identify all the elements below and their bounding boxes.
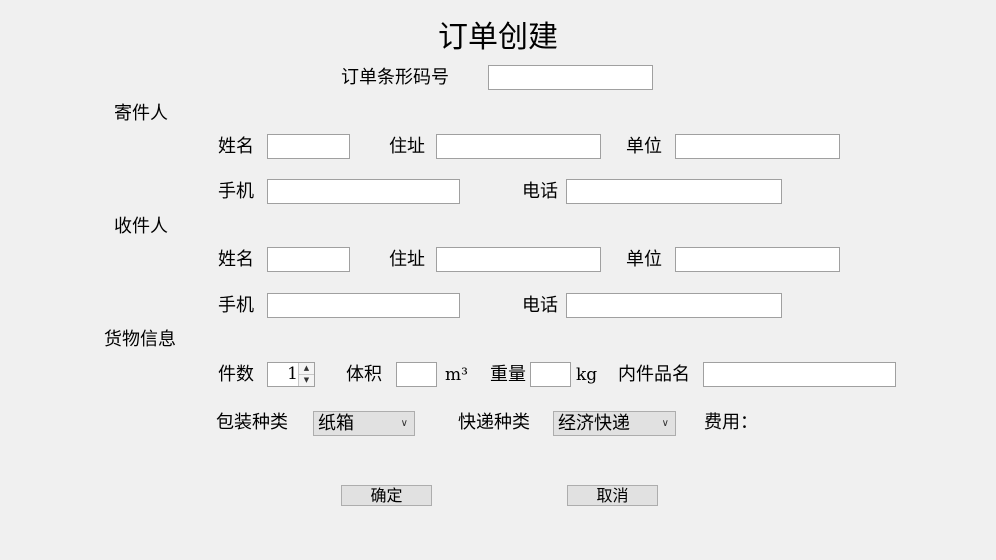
receiver-section-label: 收件人 [114, 216, 168, 237]
sender-section-label: 寄件人 [114, 103, 168, 124]
receiver-mobile-input[interactable] [267, 293, 460, 318]
package-select[interactable]: 纸箱 ∨ [313, 411, 415, 436]
express-label: 快递种类 [458, 412, 530, 433]
chevron-down-icon: ∨ [661, 418, 669, 429]
receiver-address-input[interactable] [436, 247, 601, 272]
sender-company-label: 单位 [626, 136, 662, 157]
sender-company-input[interactable] [675, 134, 840, 159]
express-selected: 经济快递 [558, 413, 630, 434]
receiver-phone-input[interactable] [566, 293, 782, 318]
barcode-input[interactable] [488, 65, 653, 90]
sender-phone-input[interactable] [566, 179, 782, 204]
package-label: 包装种类 [216, 412, 288, 433]
volume-unit: m³ [445, 365, 468, 385]
spinner-buttons: ▲ ▼ [298, 363, 314, 386]
receiver-company-input[interactable] [675, 247, 840, 272]
confirm-button[interactable]: 确定 [341, 485, 432, 506]
package-selected: 纸箱 [318, 413, 354, 434]
weight-unit: kg [576, 365, 598, 385]
count-value: 1 [287, 364, 298, 384]
receiver-mobile-label: 手机 [218, 295, 254, 316]
receiver-address-label: 住址 [389, 249, 425, 270]
count-label: 件数 [218, 364, 254, 385]
sender-name-label: 姓名 [218, 136, 254, 157]
chevron-down-icon: ∨ [400, 418, 408, 429]
item-name-label: 内件品名 [618, 364, 690, 385]
cancel-button[interactable]: 取消 [567, 485, 658, 506]
spin-up-icon[interactable]: ▲ [299, 363, 314, 375]
sender-name-input[interactable] [267, 134, 350, 159]
sender-mobile-label: 手机 [218, 181, 254, 202]
express-select[interactable]: 经济快递 ∨ [553, 411, 676, 436]
spin-down-icon[interactable]: ▼ [299, 375, 314, 386]
fee-label: 费用： [704, 412, 758, 433]
weight-label: 重量 [490, 364, 526, 385]
volume-label: 体积 [346, 364, 382, 385]
goods-section-label: 货物信息 [104, 329, 176, 350]
weight-input[interactable] [530, 362, 571, 387]
sender-address-label: 住址 [389, 136, 425, 157]
receiver-company-label: 单位 [626, 249, 662, 270]
receiver-phone-label: 电话 [522, 295, 558, 316]
page-title: 订单创建 [438, 20, 558, 55]
volume-input[interactable] [396, 362, 437, 387]
sender-phone-label: 电话 [522, 181, 558, 202]
count-spinner[interactable]: 1 ▲ ▼ [267, 362, 315, 387]
barcode-label: 订单条形码号 [341, 67, 449, 88]
item-name-input[interactable] [703, 362, 896, 387]
sender-mobile-input[interactable] [267, 179, 460, 204]
receiver-name-input[interactable] [267, 247, 350, 272]
receiver-name-label: 姓名 [218, 249, 254, 270]
sender-address-input[interactable] [436, 134, 601, 159]
